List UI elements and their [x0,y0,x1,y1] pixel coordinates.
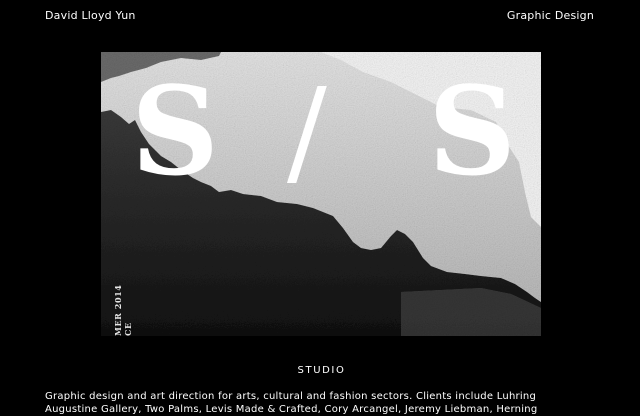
hero-title-letter-left: S [131,59,220,203]
hero-caption: MER 2014 CE [113,285,133,336]
site-name-link[interactable]: David Lloyd Yun [45,9,136,23]
hero-title-slash: / [287,62,327,200]
description-line: Augustine Gallery, Two Palms, Levis Made… [45,404,538,415]
hero-title-letter-right: S [428,59,517,203]
top-bar: David Lloyd Yun Graphic Design [0,0,640,30]
description-line: Graphic design and art direction for art… [45,391,537,402]
hero-title: S / S [101,66,541,196]
hero-caption-line2: CE [123,322,133,336]
hero-image[interactable]: S / S MER 2014 CE [101,52,541,336]
nav-link-graphic-design[interactable]: Graphic Design [507,9,594,23]
section-heading: STUDIO [297,365,346,376]
section-description: Graphic design and art direction for art… [45,390,605,416]
hero-caption-line1: MER 2014 [113,284,123,336]
